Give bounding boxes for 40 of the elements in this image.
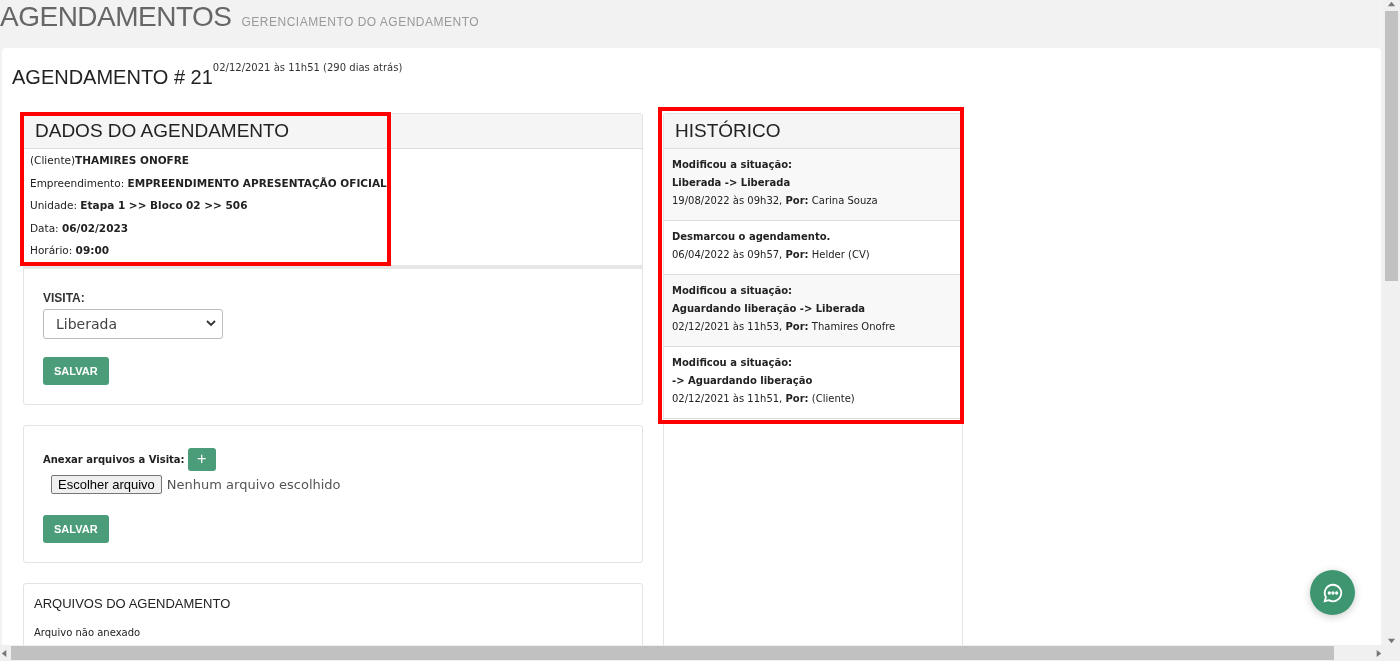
panel-title: DADOS DO AGENDAMENTO (35, 120, 290, 142)
detail-line: Unidade: Etapa 1 >> Bloco 02 >> 506 (30, 198, 249, 213)
detail-line: Horário: 09:00 (30, 243, 111, 258)
history-text: -> Aguardando liberação (672, 375, 814, 388)
visit-select[interactable]: Liberada (43, 308, 223, 339)
record-timestamp: 02/12/2021 às 11h51 (290 dias atrás) (212, 62, 403, 73)
history-meta: 19/08/2022 às 09h32, Por: Carina Souza (672, 195, 879, 208)
history-text: Modificou a situação: (672, 357, 794, 370)
panel-title: HISTÓRICO (675, 120, 781, 142)
vertical-scrollbar[interactable] (1383, 0, 1400, 645)
file-status: Nenhum arquivo escolhido (166, 476, 341, 492)
attach-label: Anexar arquivos a Visita: (43, 453, 185, 465)
chat-bubble-icon (1321, 581, 1344, 604)
save-button[interactable]: SALVAR (43, 514, 109, 543)
detail-line: Data: 06/02/2023 (30, 220, 130, 236)
page-title: AGENDAMENTOS (0, 1, 232, 33)
history-meta: 06/04/2022 às 09h57, Por: Helder (CV) (672, 249, 871, 262)
history-text: Modificou a situação: (672, 285, 794, 298)
history-text: Modificou a situação: (672, 159, 794, 172)
history-text: Liberada -> Liberada (672, 177, 792, 190)
scrollbar-thumb[interactable] (11, 646, 1334, 660)
files-empty-text: Arquivo não anexado (34, 626, 141, 638)
page-subtitle: GERENCIAMENTO DO AGENDAMENTO (241, 15, 480, 29)
record-title: AGENDAMENTO # 21 (12, 66, 213, 89)
chevron-down-icon (206, 320, 216, 327)
save-button[interactable]: SALVAR (43, 356, 109, 385)
add-file-button[interactable]: + (187, 447, 216, 471)
files-title: ARQUIVOS DO AGENDAMENTO (34, 595, 231, 611)
scrollbar-thumb[interactable] (1385, 11, 1398, 281)
history-meta: 02/12/2021 às 11h51, Por: (Cliente) (672, 393, 856, 406)
scroll-up-icon[interactable] (1387, 0, 1396, 9)
history-text: Desmarcou o agendamento. (672, 231, 832, 244)
history-text: Aguardando liberação -> Liberada (672, 303, 867, 316)
detail-line: (Cliente)THAMIRES ONOFRE (30, 153, 191, 168)
history-meta: 02/12/2021 às 11h53, Por: Thamires Onofre (672, 321, 897, 334)
scroll-left-icon[interactable] (0, 648, 9, 658)
detail-line: Empreendimento: EMPREENDIMENTO APRESENTAÇÃO OFICIAL (30, 175, 388, 191)
scroll-right-icon[interactable] (1374, 648, 1383, 658)
visit-label: VISITA: (43, 290, 85, 305)
choose-file-button[interactable]: Escolher arquivo (51, 474, 162, 494)
